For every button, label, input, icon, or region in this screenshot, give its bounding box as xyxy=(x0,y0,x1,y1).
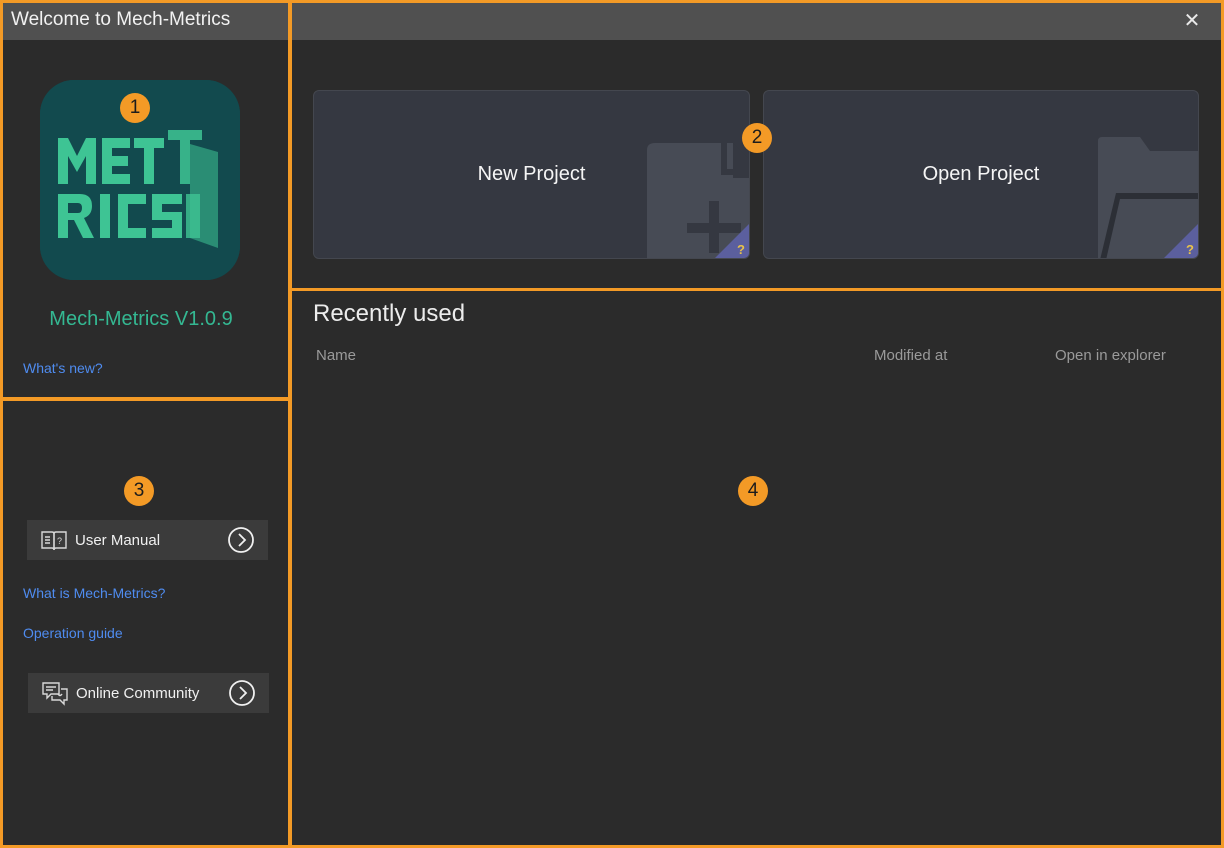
open-project-card[interactable]: Open Project ? xyxy=(763,90,1199,259)
help-panel xyxy=(2,401,288,846)
help-badge-icon[interactable]: ? xyxy=(715,224,749,258)
svg-text:?: ? xyxy=(1186,242,1194,257)
chevron-right-icon xyxy=(226,525,256,555)
chat-icon xyxy=(40,678,70,708)
open-project-label: Open Project xyxy=(922,163,1040,185)
chevron-right-icon xyxy=(227,678,257,708)
close-button[interactable]: ✕ xyxy=(1178,8,1206,34)
svg-text:?: ? xyxy=(737,242,745,257)
book-icon: ? xyxy=(39,525,69,555)
new-project-card[interactable]: New Project ? xyxy=(313,90,750,259)
whats-new-link[interactable]: What's new? xyxy=(23,360,103,376)
user-manual-button[interactable]: ? User Manual xyxy=(27,520,268,560)
help-badge-icon[interactable]: ? xyxy=(1164,224,1198,258)
online-community-button[interactable]: Online Community xyxy=(28,673,269,713)
new-project-label: New Project xyxy=(477,163,586,185)
what-is-mech-metrics-link[interactable]: What is Mech-Metrics? xyxy=(23,585,165,601)
user-manual-label: User Manual xyxy=(75,531,161,549)
title-bar-right xyxy=(292,2,1222,40)
annotation-marker-4: 4 xyxy=(738,476,768,506)
column-header-name[interactable]: Name xyxy=(316,347,356,364)
annotation-marker-3: 3 xyxy=(124,476,154,506)
recently-used-title: Recently used xyxy=(313,300,466,327)
svg-text:?: ? xyxy=(57,536,62,546)
online-community-label: Online Community xyxy=(76,684,200,702)
operation-guide-link[interactable]: Operation guide xyxy=(23,625,123,641)
column-header-modified[interactable]: Modified at xyxy=(874,347,947,364)
window-title: Welcome to Mech-Metrics xyxy=(11,9,231,30)
annotation-marker-1: 1 xyxy=(120,93,150,123)
annotation-marker-2: 2 xyxy=(742,123,772,153)
version-label: Mech-Metrics V1.0.9 xyxy=(49,308,233,330)
column-header-open-in-explorer[interactable]: Open in explorer xyxy=(1055,347,1166,364)
recently-used-panel xyxy=(292,291,1222,846)
